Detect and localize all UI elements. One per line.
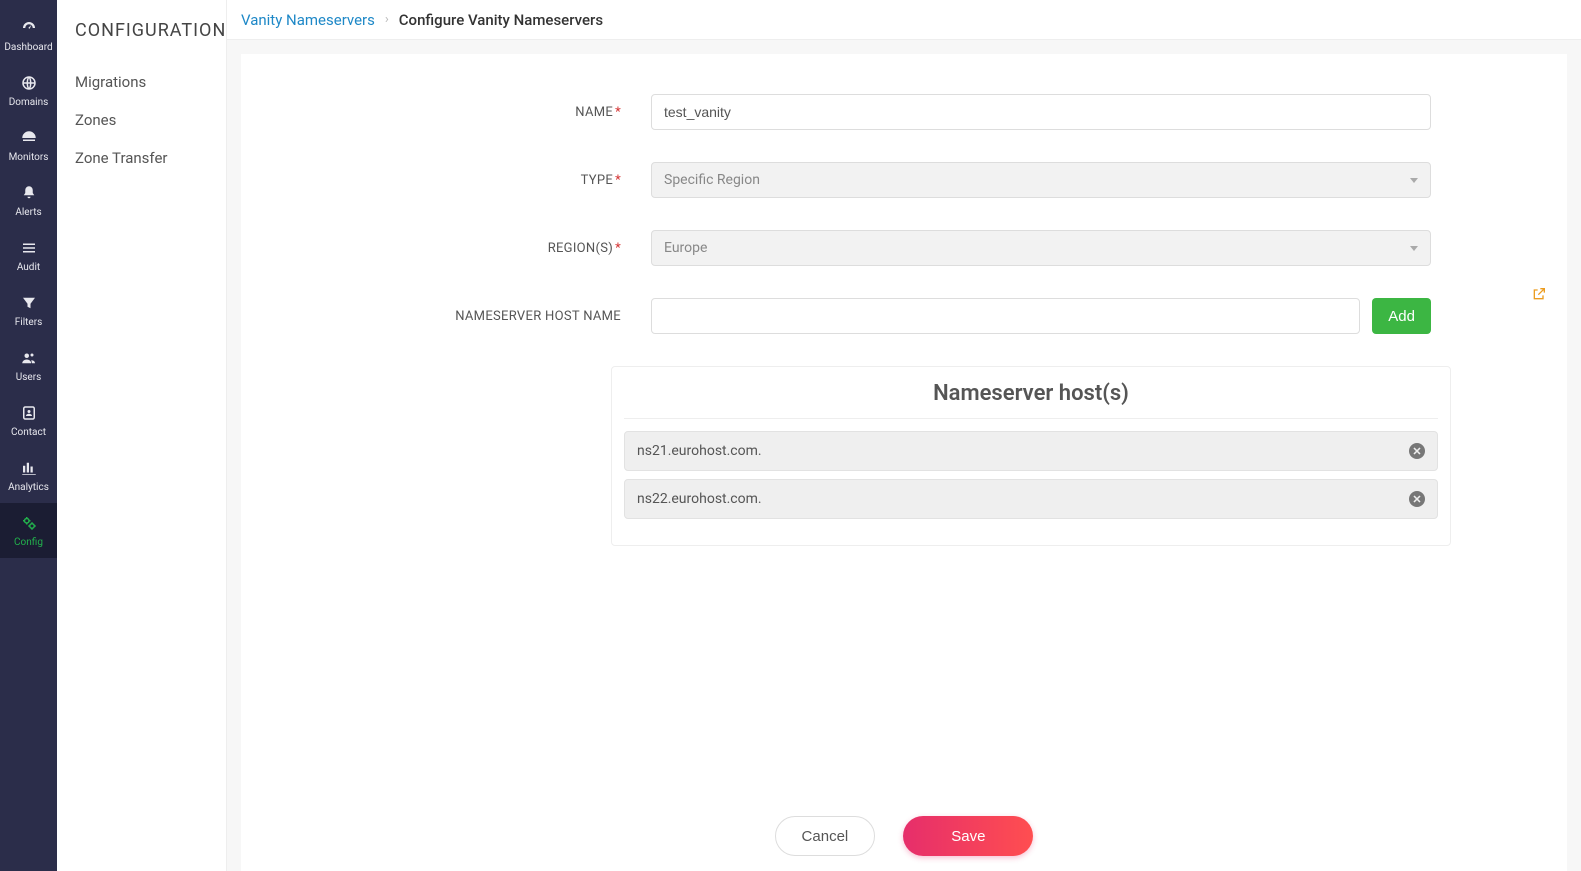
region-label: REGION(S)* (281, 241, 651, 256)
sidebar-item-zones[interactable]: Zones (75, 101, 208, 139)
chevron-down-icon (1410, 246, 1418, 251)
name-input[interactable] (651, 94, 1431, 130)
host-row: ns21.eurohost.com. (624, 431, 1438, 471)
nav-item-filters[interactable]: Filters (0, 283, 57, 338)
nav-label: Dashboard (4, 42, 52, 53)
monitor-icon (19, 128, 39, 148)
name-label: NAME* (281, 105, 651, 120)
nav-item-config[interactable]: Config (0, 503, 57, 558)
nav-item-users[interactable]: Users (0, 338, 57, 393)
nav-label: Analytics (8, 482, 49, 493)
gauge-icon (19, 18, 39, 38)
sidebar-item-migrations[interactable]: Migrations (75, 63, 208, 101)
cancel-button[interactable]: Cancel (775, 816, 876, 856)
type-label: TYPE* (281, 173, 651, 188)
nav-label: Alerts (15, 207, 41, 218)
breadcrumb-link[interactable]: Vanity Nameservers (241, 11, 375, 29)
sidebar-item-zone-transfer[interactable]: Zone Transfer (75, 139, 208, 177)
nav-item-domains[interactable]: Domains (0, 63, 57, 118)
host-name: ns21.eurohost.com. (637, 443, 762, 459)
contact-icon (19, 403, 39, 423)
list-icon (19, 238, 39, 258)
primary-nav: Dashboard Domains Monitors Alerts Audit (0, 0, 57, 871)
type-select: Specific Region (651, 162, 1431, 198)
nav-item-audit[interactable]: Audit (0, 228, 57, 283)
add-button[interactable]: Add (1372, 298, 1431, 334)
chart-icon (19, 458, 39, 478)
users-icon (19, 348, 39, 368)
region-select: Europe (651, 230, 1431, 266)
nav-label: Config (14, 537, 43, 548)
nav-label: Domains (9, 97, 49, 108)
nav-label: Filters (15, 317, 43, 328)
external-link-icon[interactable] (1531, 286, 1547, 306)
main: Vanity Nameservers › Configure Vanity Na… (227, 0, 1581, 871)
nameserver-hosts-panel: Nameserver host(s) ns21.eurohost.com. ns… (611, 366, 1451, 546)
host-name: ns22.eurohost.com. (637, 491, 762, 507)
nav-item-monitors[interactable]: Monitors (0, 118, 57, 173)
globe-icon (19, 73, 39, 93)
remove-host-icon[interactable] (1409, 443, 1425, 459)
chevron-down-icon (1410, 178, 1418, 183)
nav-label: Monitors (9, 152, 49, 163)
nav-item-contact[interactable]: Contact (0, 393, 57, 448)
nav-label: Audit (17, 262, 40, 273)
gears-icon (19, 513, 39, 533)
breadcrumb-current: Configure Vanity Nameservers (399, 11, 603, 29)
breadcrumb: Vanity Nameservers › Configure Vanity Na… (227, 0, 1581, 40)
funnel-icon (19, 293, 39, 313)
host-row: ns22.eurohost.com. (624, 479, 1438, 519)
hostname-label: NAMESERVER HOST NAME (281, 309, 651, 324)
config-sidebar: CONFIGURATION Migrations Zones Zone Tran… (57, 0, 227, 871)
nav-item-alerts[interactable]: Alerts (0, 173, 57, 228)
hosts-title: Nameserver host(s) (624, 381, 1438, 419)
nav-label: Contact (11, 427, 46, 438)
hostname-input[interactable] (651, 298, 1360, 334)
save-button[interactable]: Save (903, 816, 1033, 856)
footer-actions: Cancel Save (241, 801, 1567, 871)
chevron-right-icon: › (385, 12, 389, 27)
form-panel: NAME* TYPE* Specific Region (241, 54, 1567, 801)
remove-host-icon[interactable] (1409, 491, 1425, 507)
nav-label: Users (16, 372, 42, 383)
nav-item-analytics[interactable]: Analytics (0, 448, 57, 503)
nav-item-dashboard[interactable]: Dashboard (0, 8, 57, 63)
bell-icon (19, 183, 39, 203)
config-sidebar-title: CONFIGURATION (75, 20, 208, 41)
